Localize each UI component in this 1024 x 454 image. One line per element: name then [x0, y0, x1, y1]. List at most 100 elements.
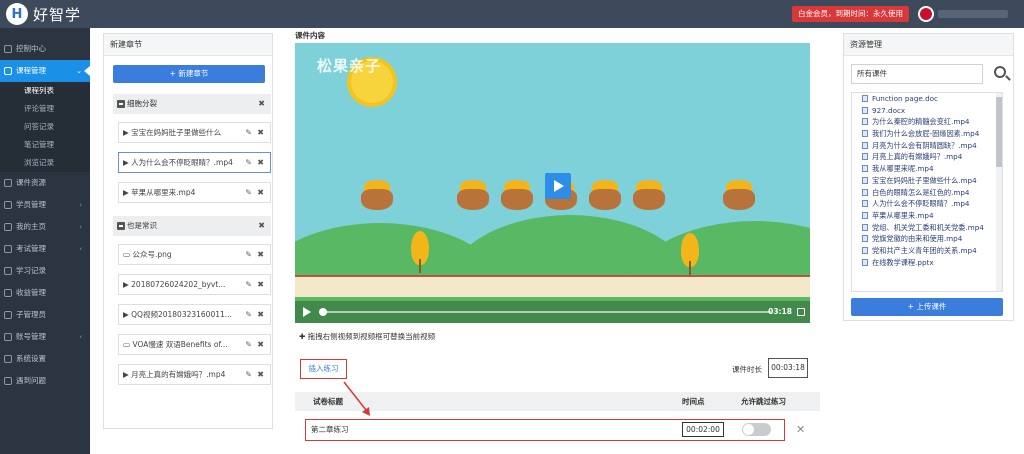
sidebar-item-exams[interactable]: 考试管理 ‹ — [0, 238, 90, 260]
delete-icon[interactable]: ✖ — [257, 123, 264, 142]
sidebar-subitem-notes[interactable]: 笔记管理 — [0, 136, 90, 154]
edit-icon[interactable]: ✎ — [245, 245, 252, 264]
allow-skip-toggle[interactable] — [742, 423, 771, 436]
drag-tip: ✚ 拖拽右侧视频到视频框可替换当前视频 — [299, 332, 436, 341]
app-logo[interactable]: H 好智学 — [6, 3, 81, 25]
collapse-icon[interactable] — [117, 222, 125, 230]
lesson-item[interactable]: ▶ 宝宝在妈妈肚子里做些什么 ✎ ✖ — [118, 122, 271, 143]
sidebar-item-account[interactable]: 账号管理 ‹ — [0, 326, 90, 348]
lesson-item[interactable]: ▭ VOA慢速 双语Benefits of... ✎ ✖ — [118, 334, 271, 355]
video-player[interactable]: 松果亲子 03:18 — [295, 43, 810, 323]
collapse-icon[interactable] — [117, 100, 125, 108]
new-chapter-button[interactable]: + 新建章节 — [113, 65, 265, 83]
sidebar-subitem-course-list[interactable]: 课程列表 — [0, 82, 90, 100]
upload-courseware-button[interactable]: + 上传课件 — [851, 298, 1003, 316]
close-icon[interactable]: ✕ — [796, 423, 805, 436]
user-avatar[interactable] — [918, 6, 934, 22]
play-icon[interactable] — [545, 173, 571, 199]
search-icon[interactable] — [994, 66, 1006, 78]
list-item[interactable]: 我们为什么会放屁-固缘因素.mp4 — [852, 128, 1002, 140]
file-icon — [862, 211, 868, 219]
list-item[interactable]: 月亮为什么会有阴晴圆缺？.mp4 — [852, 140, 1002, 152]
sidebar-item-dashboard[interactable]: 控制中心 — [0, 38, 90, 60]
edit-icon[interactable]: ✎ — [245, 123, 252, 142]
edit-icon[interactable]: ✎ — [245, 335, 252, 354]
list-item[interactable]: Function page.doc — [852, 93, 1002, 105]
edit-icon[interactable]: ✎ — [245, 275, 252, 294]
sidebar-subitem-qa[interactable]: 问答记录 — [0, 118, 90, 136]
coin-pot-graphic — [589, 180, 621, 210]
scrollbar[interactable] — [996, 93, 1002, 291]
help-icon — [4, 377, 12, 385]
list-item[interactable]: 白色的眼睛怎么是红色的.mp4 — [852, 187, 1002, 199]
list-item[interactable]: 宝宝在妈妈肚子里做些什么.mp4 — [852, 175, 1002, 187]
file-icon — [862, 246, 868, 254]
sidebar-item-settings[interactable]: 系统设置 — [0, 348, 90, 370]
list-item[interactable]: 月亮上真的有嫦娥吗？.mp4 — [852, 151, 1002, 163]
list-item[interactable]: 人为什么会不停眨眼睛？.mp4 — [852, 198, 1002, 210]
scrollbar-thumb[interactable] — [996, 97, 1002, 167]
list-item[interactable]: 党旗党徽的由来和使用.mp4 — [852, 233, 1002, 245]
sidebar-item-earnings[interactable]: 收益管理 — [0, 282, 90, 304]
clock-icon — [4, 267, 12, 275]
delete-icon[interactable]: ✖ — [257, 335, 264, 354]
edit-icon[interactable]: ✎ — [245, 183, 252, 202]
delete-icon[interactable]: ✖ — [257, 183, 264, 202]
fullscreen-icon[interactable] — [797, 308, 805, 316]
app-title: 好智学 — [33, 5, 82, 24]
edit-icon[interactable]: ✎ — [245, 305, 252, 324]
delete-icon[interactable]: ✖ — [257, 365, 264, 384]
chevron-left-icon: ‹ — [79, 333, 82, 341]
sidebar-item-homepage[interactable]: 我的主页 ‹ — [0, 216, 90, 238]
lesson-item[interactable]: ▶ 月亮上真的有嫦娥吗？.mp4 ✎ ✖ — [118, 364, 271, 385]
progress-bar[interactable] — [321, 311, 771, 313]
chapter-panel-title: 新建章节 — [104, 34, 272, 56]
user-name-redacted[interactable] — [938, 10, 1008, 18]
delete-chapter-icon[interactable]: ✖ — [258, 94, 265, 114]
book-icon — [4, 67, 12, 75]
sidebar-subitem-comments[interactable]: 评论管理 — [0, 100, 90, 118]
resource-filter-input[interactable]: 所有课件 — [851, 64, 983, 84]
delete-icon[interactable]: ✖ — [257, 153, 264, 172]
sidebar-item-sub-admins[interactable]: 子管理员 — [0, 304, 90, 326]
play-control-icon[interactable] — [303, 307, 311, 317]
lesson-item[interactable]: ▶ 20180726024202_byvt... ✎ ✖ — [118, 274, 271, 295]
sidebar-item-study-records[interactable]: 学习记录 — [0, 260, 90, 282]
progress-handle[interactable] — [319, 308, 327, 316]
sidebar-item-students[interactable]: 学员管理 ‹ — [0, 194, 90, 216]
list-item[interactable]: 党组、机关党工委和机关党委.mp4 — [852, 222, 1002, 234]
delete-icon[interactable]: ✖ — [257, 305, 264, 324]
lesson-item-selected[interactable]: ▶ 人为什么会不停眨眼睛？.mp4 ✎ ✖ — [118, 152, 271, 173]
list-item[interactable]: 党和共产主义青年团的关系.mp4 — [852, 245, 1002, 257]
exercise-time-input[interactable]: 00:02:00 — [682, 422, 724, 437]
list-item[interactable]: 927.docx — [852, 105, 1002, 117]
list-item[interactable]: 在线教学课程.pptx — [852, 257, 1002, 269]
list-item[interactable]: 为什么秦腔的精髓会变红.mp4 — [852, 116, 1002, 128]
delete-chapter-icon[interactable]: ✖ — [258, 216, 265, 236]
insert-exercise-button[interactable]: 插入练习 — [300, 359, 347, 379]
sidebar-subitem-browse-history[interactable]: 浏览记录 — [0, 154, 90, 172]
lesson-item[interactable]: ▶ 苹果从哪里来.mp4 ✎ ✖ — [118, 182, 271, 203]
lesson-item[interactable]: ▶ QQ视频20180323160011... ✎ ✖ — [118, 304, 271, 325]
delete-icon[interactable]: ✖ — [257, 245, 264, 264]
edit-icon[interactable]: ✎ — [245, 153, 252, 172]
list-item[interactable]: 苹果从哪里来.mp4 — [852, 210, 1002, 222]
file-icon — [862, 176, 868, 184]
edit-icon[interactable]: ✎ — [245, 365, 252, 384]
video-time: 03:18 — [768, 307, 792, 316]
chapter-group[interactable]: 也是常识 ✖ — [113, 216, 271, 236]
list-item[interactable]: 我从哪里来呢.mp4 — [852, 163, 1002, 175]
exercise-title[interactable]: 第二章练习 — [311, 420, 349, 439]
lesson-item[interactable]: ▭ 公众号.png ✎ ✖ — [118, 244, 271, 265]
member-badge[interactable]: 白金会员，到期时间：永久使用 — [792, 6, 909, 22]
sidebar-item-course-management[interactable]: 课程管理 ⌄ — [0, 60, 90, 82]
chapter-group[interactable]: 细胞分裂 ✖ — [113, 94, 271, 114]
file-icon — [862, 188, 868, 196]
delete-icon[interactable]: ✖ — [257, 275, 264, 294]
sidebar-item-courseware[interactable]: 课件资源 — [0, 172, 90, 194]
coin-pot-graphic — [457, 180, 489, 210]
chevron-left-icon: ‹ — [79, 201, 82, 209]
sidebar-item-help[interactable]: 遇到问题 — [0, 370, 90, 392]
file-icon — [862, 235, 868, 243]
top-bar: H 好智学 白金会员，到期时间：永久使用 — [0, 0, 1024, 28]
